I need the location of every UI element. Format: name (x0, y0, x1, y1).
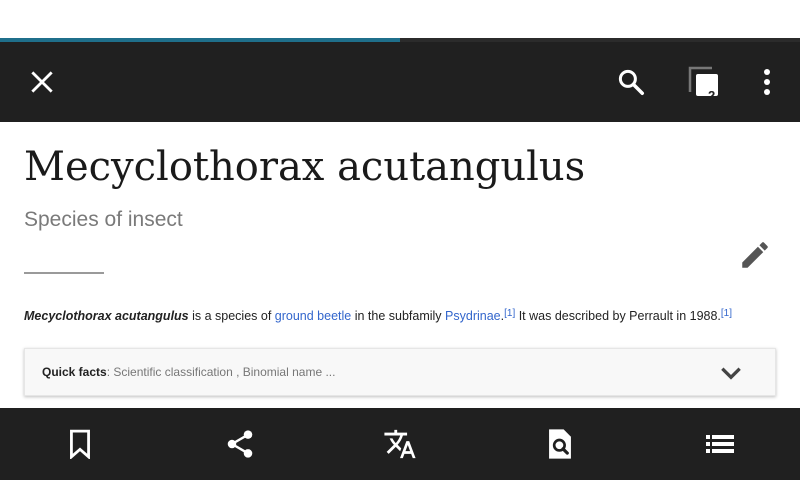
table-of-contents-icon (706, 435, 734, 453)
edit-article-button[interactable] (730, 230, 780, 280)
search-icon (618, 69, 644, 95)
table-of-contents-button[interactable] (696, 420, 744, 468)
save-bookmark-button[interactable] (56, 420, 104, 468)
quick-facts-panel[interactable]: Quick facts: Scientific classification ,… (24, 348, 776, 396)
tab-count: 2 (708, 88, 716, 103)
paragraph-text: It was described by Perrault in 1988. (515, 309, 721, 323)
more-vert-icon (764, 69, 770, 95)
link-ground-beetle[interactable]: ground beetle (275, 309, 351, 323)
quick-facts-text: Quick facts: Scientific classification ,… (42, 365, 335, 379)
chevron-down-icon (721, 367, 741, 380)
bookmark-icon (70, 429, 90, 459)
page-description: Species of insect (24, 208, 183, 231)
close-button[interactable] (16, 56, 68, 108)
link-psydrinae[interactable]: Psydrinae (445, 309, 501, 323)
translate-icon (384, 429, 416, 459)
tabs-button[interactable]: 2 (678, 56, 730, 108)
page-title: Mecyclothorax acutangulus (24, 144, 586, 190)
paragraph-text: in the subfamily (351, 309, 446, 323)
paragraph-text: is a species of (188, 309, 275, 323)
article-intro-paragraph: Mecyclothorax acutangulus is a species o… (24, 308, 784, 324)
find-in-page-icon (549, 429, 571, 459)
search-button[interactable] (605, 56, 657, 108)
article-subject: Mecyclothorax acutangulus (24, 309, 189, 323)
share-button[interactable] (216, 420, 264, 468)
find-in-page-button[interactable] (536, 420, 584, 468)
reference-link[interactable]: [1] (721, 308, 732, 319)
tabs-icon: 2 (688, 66, 720, 103)
reference-link[interactable]: [1] (504, 308, 515, 319)
pencil-icon (742, 242, 768, 268)
change-language-button[interactable] (376, 420, 424, 468)
status-area (0, 0, 800, 38)
quick-facts-summary: : Scientific classification , Binomial n… (106, 365, 336, 379)
article-content: Mecyclothorax acutangulus Species of ins… (0, 122, 800, 408)
overflow-menu-button[interactable] (741, 56, 793, 108)
quick-facts-label: Quick facts (42, 365, 107, 379)
bottom-action-bar (0, 408, 800, 480)
title-divider (24, 272, 104, 274)
close-icon (31, 71, 53, 93)
expand-quick-facts-button[interactable] (717, 359, 745, 387)
share-icon (227, 430, 253, 458)
top-toolbar: 2 (0, 42, 800, 122)
